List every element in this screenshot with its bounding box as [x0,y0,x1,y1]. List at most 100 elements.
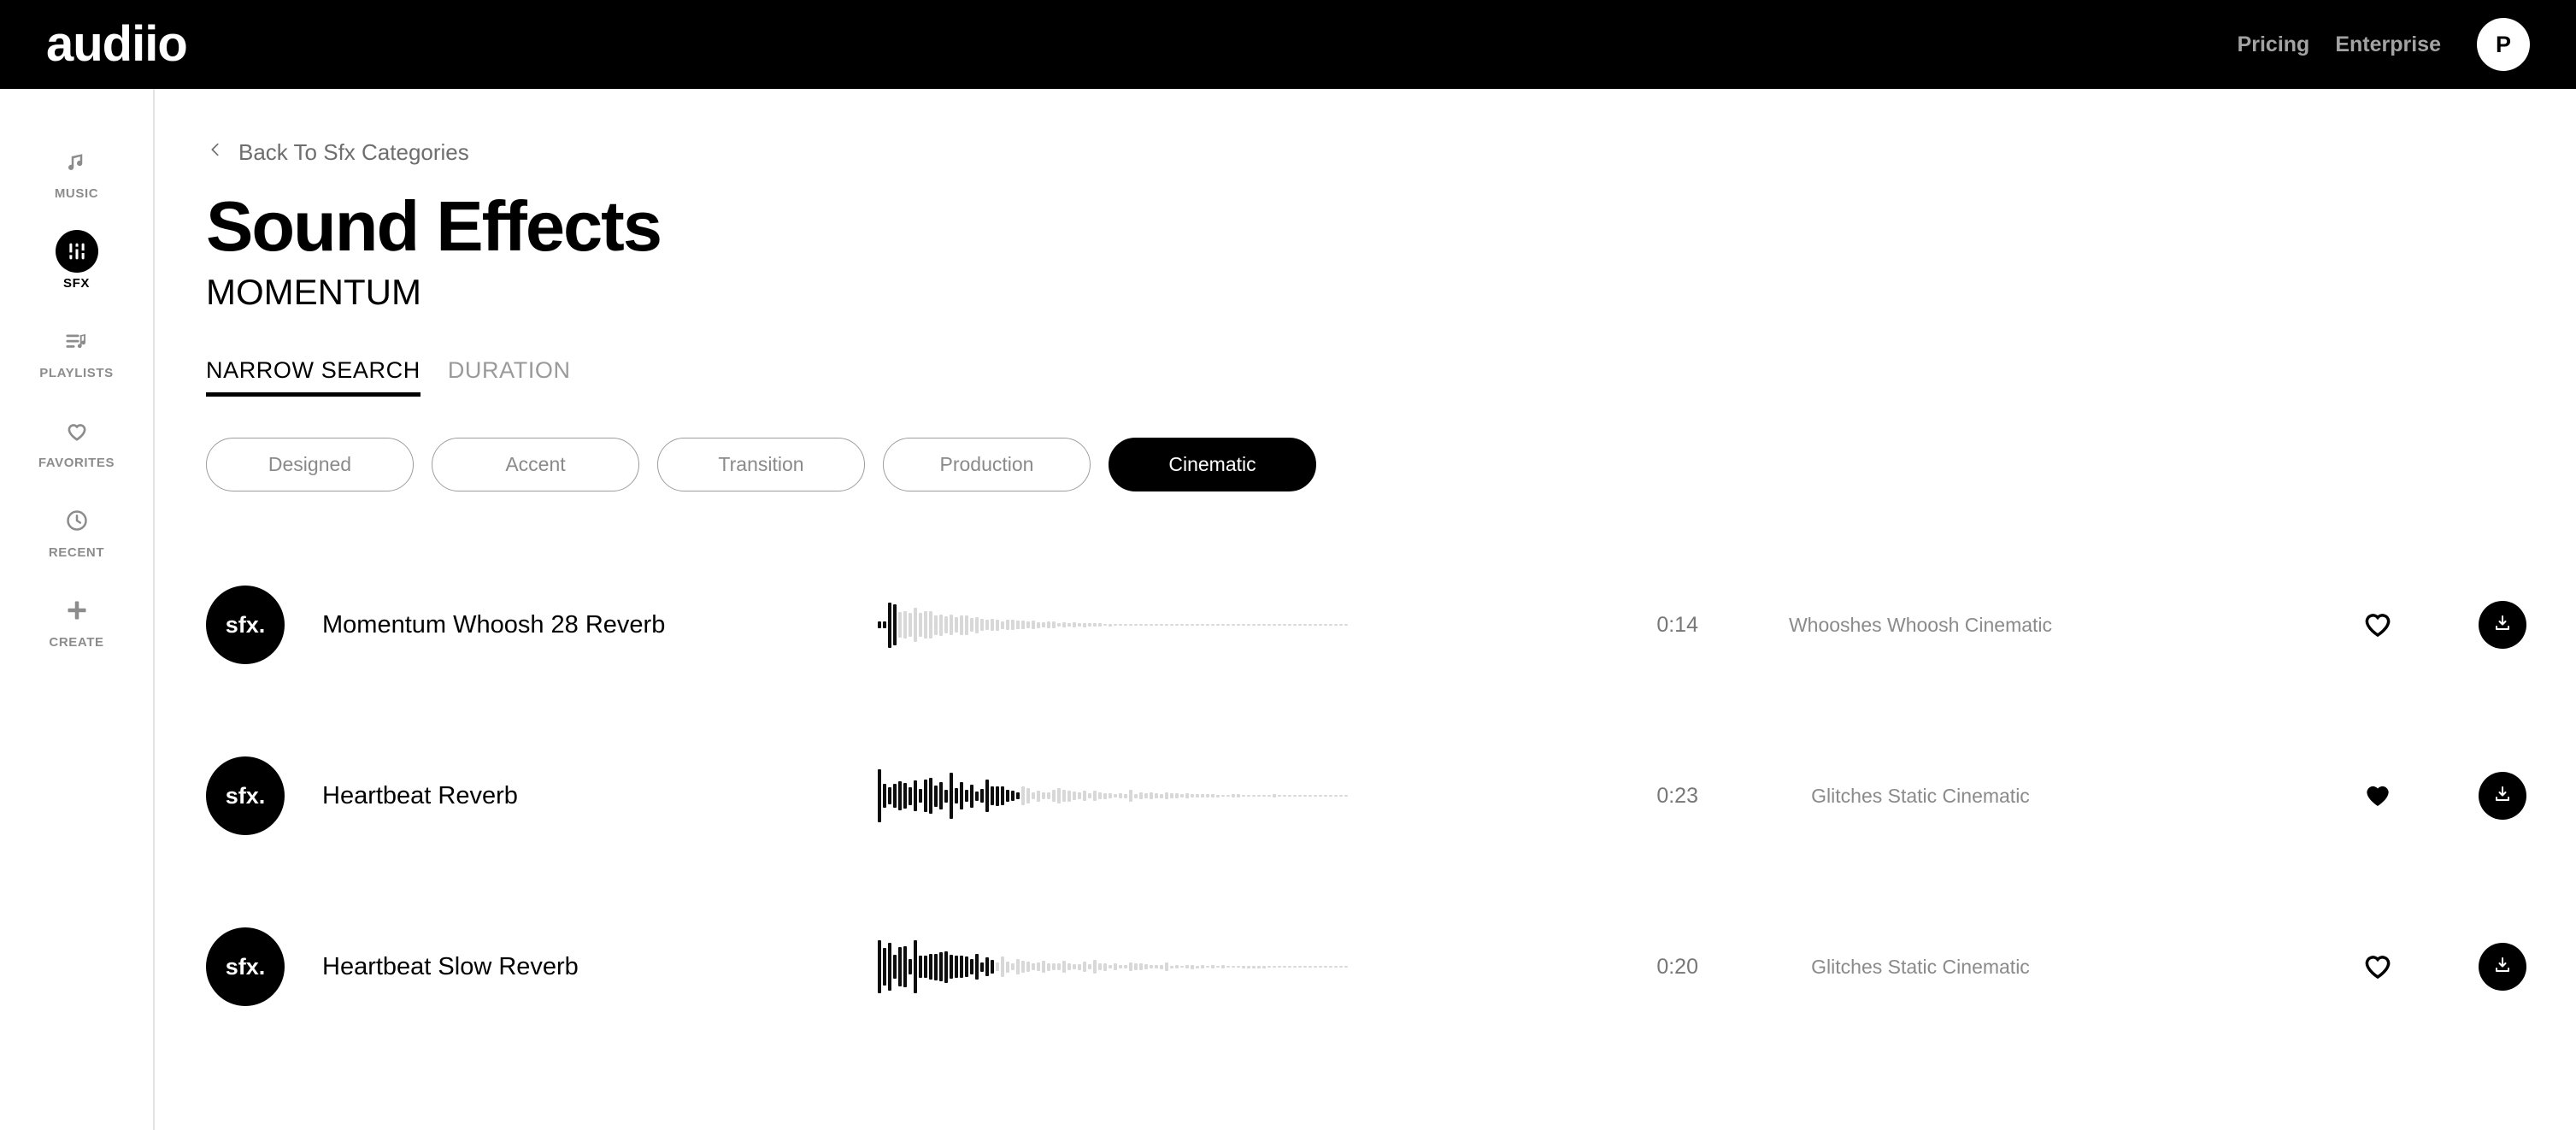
waveform-bar [985,620,989,630]
tab-duration[interactable]: DURATION [448,357,571,397]
waveform-bar [980,962,984,972]
waveform-bar [1319,624,1322,627]
waveform-bar [898,947,902,986]
waveform-bar [1206,624,1209,627]
heart-outline-icon[interactable] [2359,948,2397,986]
waveform-bar [1098,623,1102,627]
heart-outline-icon[interactable] [2359,606,2397,644]
waveform-bar [1329,624,1332,627]
waveform-bar [878,940,881,994]
waveform-bar [1021,621,1025,629]
sidebar-item-recent[interactable]: Recent [0,501,153,560]
filter-pill-production[interactable]: Production [883,438,1091,492]
waveform-bar [1324,795,1327,797]
waveform-bar [1344,795,1348,797]
track-tags[interactable]: Glitches Static Cinematic [1767,951,2074,983]
heart-filled-icon[interactable] [2359,777,2397,815]
waveform-bar [1191,964,1194,969]
waveform-bar [985,956,989,977]
waveform-bar [980,789,984,803]
waveform-bar [1062,961,1066,974]
waveform-bar [1042,961,1045,973]
waveform-bar [1309,966,1312,968]
avatar[interactable]: P [2477,18,2530,71]
waveform-bar [1221,965,1225,968]
waveform-bar [1293,795,1297,797]
track-tags[interactable]: Glitches Static Cinematic [1767,780,2074,812]
track-title[interactable]: Momentum Whoosh 28 Reverb [322,611,801,639]
waveform-bar [1032,963,1035,970]
waveform-bar [878,621,881,628]
waveform-bar [1011,962,1015,971]
waveform-bar [1344,966,1348,968]
waveform-bar [1016,792,1020,800]
waveform-bar [1078,963,1081,970]
filter-pill-cinematic[interactable]: Cinematic [1109,438,1316,492]
waveform-bar [1006,789,1009,803]
nav-link-enterprise[interactable]: Enterprise [2335,32,2441,57]
track-title[interactable]: Heartbeat Reverb [322,782,801,810]
waveform-bar [1252,795,1256,797]
waveform-bar [1303,966,1307,968]
waveform-bar [975,954,979,980]
clock-icon [53,501,101,540]
waveform-bar [1201,793,1204,798]
waveform-bar [1247,965,1250,968]
waveform-bar [1103,792,1107,799]
tab-narrow-search[interactable]: NARROW SEARCH [206,357,421,397]
waveform-bar [1247,624,1250,627]
sidebar-item-music[interactable]: Music [0,142,153,201]
waveform[interactable] [878,937,1408,997]
sidebar-item-favorites[interactable]: Favorites [0,411,153,470]
waveform-bar [975,791,979,801]
waveform-bar [1242,965,1245,968]
waveform-bar [1155,624,1158,627]
track-tags[interactable]: Whooshes Whoosh Cinematic [1767,609,2074,641]
waveform-bar [1073,792,1076,800]
waveform-bar [903,610,907,639]
play-thumbnail[interactable]: sfx. [206,927,285,1007]
download-button[interactable] [2479,943,2526,992]
download-button[interactable] [2479,601,2526,650]
track-title[interactable]: Heartbeat Slow Reverb [322,953,801,981]
waveform-bar [1124,964,1127,969]
waveform-bar [929,611,932,639]
waveform-bar [1309,794,1312,797]
track-duration: 0:23 [1656,783,1698,808]
waveform-bar [1078,623,1081,627]
waveform-bar [909,786,912,805]
waveform-bar [1032,792,1035,799]
waveform-bar [1293,624,1297,627]
waveform-bar [1298,795,1302,797]
filter-pill-designed[interactable]: Designed [206,438,414,492]
waveform-bar [1273,793,1276,798]
back-to-categories-link[interactable]: Back To Sfx Categories [206,137,469,168]
waveform[interactable] [878,766,1408,826]
waveform-bar [1201,965,1204,969]
waveform-bar [1001,956,1004,978]
waveform-bar [965,790,968,803]
waveform-bar [909,613,912,638]
waveform-bar [1237,624,1240,627]
play-thumbnail[interactable]: sfx. [206,586,285,665]
waveform-bar [878,769,881,823]
sidebar-item-playlists[interactable]: Playlists [0,321,153,380]
waveform-bar [1303,624,1307,627]
waveform-bar [1165,624,1168,627]
waveform-bar [1232,965,1235,968]
waveform-bar [1293,966,1297,968]
nav-link-pricing[interactable]: Pricing [2238,32,2310,57]
filter-pill-transition[interactable]: Transition [657,438,865,492]
waveform-bar [1047,621,1050,629]
brand-logo[interactable]: audiio [46,20,188,69]
waveform-bar [991,786,994,805]
filter-pill-accent[interactable]: Accent [432,438,639,492]
waveform-bar [1339,966,1343,968]
waveform-bar [1262,965,1266,968]
waveform-bar [898,612,902,639]
download-button[interactable] [2479,772,2526,821]
sidebar-item-create[interactable]: Create [0,591,153,650]
play-thumbnail[interactable]: sfx. [206,756,285,836]
sidebar-item-sfx[interactable]: SFX [0,230,153,291]
waveform[interactable] [878,595,1408,655]
